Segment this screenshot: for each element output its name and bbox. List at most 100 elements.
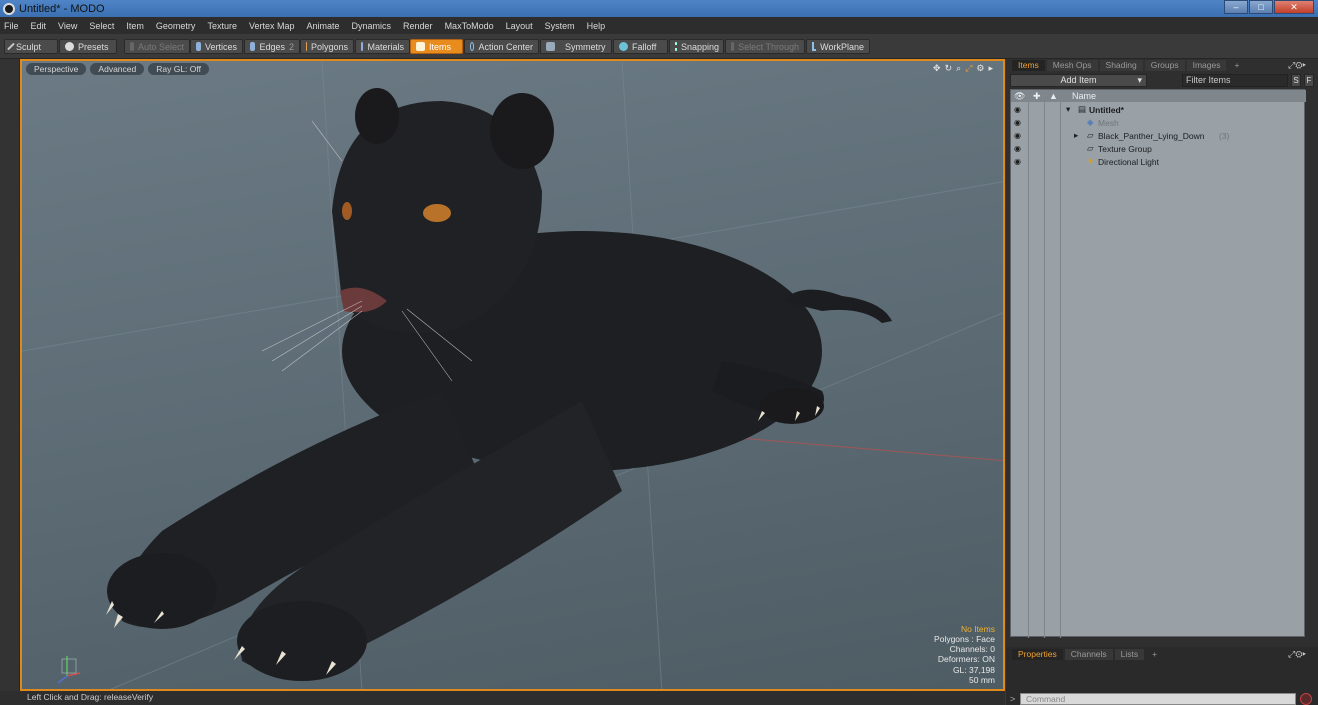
list-item-mesh[interactable]: ◉ ◆ Mesh <box>1011 116 1306 129</box>
light-icon: ✦ <box>1087 156 1095 166</box>
f-toggle-button[interactable]: F <box>1304 74 1314 87</box>
menu-dynamics[interactable]: Dynamics <box>352 21 392 31</box>
items-button[interactable]: Items <box>410 39 463 54</box>
menu-system[interactable]: System <box>545 21 575 31</box>
eye-icon[interactable]: ◉ <box>1014 144 1021 153</box>
eye-icon[interactable]: ◉ <box>1014 157 1021 166</box>
list-item-scene[interactable]: ◉ ▾ ▤ Untitled* <box>1011 103 1306 116</box>
menu-geometry[interactable]: Geometry <box>156 21 196 31</box>
channels-info: Channels: 0 <box>949 644 995 655</box>
expand-arrow-icon[interactable]: ▾ <box>1066 104 1070 115</box>
tab-channels[interactable]: Channels <box>1064 649 1113 660</box>
falloff-button[interactable]: Falloff <box>613 39 668 54</box>
expand-arrow-icon[interactable]: ▸ <box>1074 130 1078 141</box>
perspective-tab[interactable]: Perspective <box>26 63 87 75</box>
axis-gizmo <box>57 656 81 684</box>
select-through-button[interactable]: Select Through <box>725 39 805 54</box>
viewport-nav-icons: ✥ ↻ ⌕ ⤢ ⚙ ▸ <box>933 63 993 74</box>
menu-render[interactable]: Render <box>403 21 433 31</box>
panel-options-icon[interactable]: ⤢⚙▸ <box>1288 60 1306 71</box>
filter-items-input[interactable]: Filter Items <box>1182 74 1288 87</box>
name-column-header[interactable]: Name <box>1072 91 1096 101</box>
close-button[interactable]: ✕ <box>1274 0 1314 14</box>
tab-lists[interactable]: Lists <box>1114 649 1145 660</box>
record-macro-icon[interactable] <box>1300 693 1312 705</box>
falloff-icon <box>619 42 628 51</box>
workplane-icon <box>812 42 817 51</box>
polygons-button[interactable]: Polygons <box>300 39 354 54</box>
add-item-dropdown[interactable]: Add Item ▾ <box>1010 74 1147 87</box>
tab-groups[interactable]: Groups <box>1144 60 1185 71</box>
list-item-texture-group[interactable]: ◉ ▱ Texture Group <box>1011 142 1306 155</box>
menu-animate[interactable]: Animate <box>306 21 339 31</box>
tab-properties[interactable]: Properties <box>1012 649 1063 660</box>
properties-options-icon[interactable]: ⤢⚙▸ <box>1288 649 1306 660</box>
menu-maxtomodo[interactable]: MaxToModo <box>445 21 494 31</box>
left-tool-strip <box>0 59 20 691</box>
menu-bar: File Edit View Select Item Geometry Text… <box>0 17 1318 34</box>
s-toggle-button[interactable]: S <box>1291 74 1301 87</box>
raygl-tab[interactable]: Ray GL: Off <box>148 63 209 75</box>
item-list-header: 👁 ✚ ▲ Name <box>1011 90 1306 102</box>
materials-button[interactable]: Materials <box>355 39 410 54</box>
menu-edit[interactable]: Edit <box>31 21 47 31</box>
tab-mesh-ops[interactable]: Mesh Ops <box>1046 60 1098 71</box>
workplane-button[interactable]: WorkPlane <box>806 39 870 54</box>
items-icon <box>416 42 425 51</box>
presets-button[interactable]: Presets <box>59 39 117 54</box>
maximize-button[interactable]: □ <box>1249 0 1273 14</box>
zoom-icon[interactable]: ⌕ <box>956 63 961 74</box>
tab-items[interactable]: Items <box>1012 60 1045 71</box>
mesh-icon: ◆ <box>1087 117 1094 127</box>
sculpt-button[interactable]: Sculpt <box>4 39 58 54</box>
polygons-label: Polygons <box>310 41 348 52</box>
viewport-menu-arrow-icon[interactable]: ▸ <box>988 63 993 74</box>
gear-icon[interactable]: ⚙ <box>976 63 984 74</box>
command-input[interactable]: Command <box>1020 693 1296 705</box>
vertices-button[interactable]: Vertices <box>190 39 243 54</box>
menu-select[interactable]: Select <box>89 21 114 31</box>
list-item-light[interactable]: ◉ ✦ Directional Light <box>1011 155 1306 168</box>
fit-icon[interactable]: ⤢ <box>965 63 972 74</box>
brush-icon <box>7 42 15 51</box>
edges-button[interactable]: Edges 2 <box>244 39 300 54</box>
sculpt-label: Sculpt <box>16 41 42 52</box>
tab-shading[interactable]: Shading <box>1099 60 1143 71</box>
item-count: (3) <box>1219 130 1230 141</box>
select-through-label: Select Through <box>738 41 799 52</box>
menu-file[interactable]: File <box>4 21 19 31</box>
add-tab-button[interactable]: + <box>1146 649 1163 660</box>
advanced-tab[interactable]: Advanced <box>90 63 145 75</box>
rotate-icon[interactable]: ↻ <box>945 63 953 74</box>
menu-help[interactable]: Help <box>587 21 606 31</box>
eye-icon[interactable]: ◉ <box>1014 105 1021 114</box>
menu-layout[interactable]: Layout <box>506 21 533 31</box>
item-label: Texture Group <box>1098 143 1152 154</box>
menu-vertex-map[interactable]: Vertex Map <box>249 21 295 31</box>
action-center-label: Action Center <box>478 41 533 52</box>
auto-select-button[interactable]: Auto Select <box>124 39 190 54</box>
group-icon: ▱ <box>1087 143 1094 153</box>
chevron-down-icon: ▾ <box>1137 75 1142 85</box>
menu-item[interactable]: Item <box>126 21 144 31</box>
list-item-group[interactable]: ◉ ▸ ▱ Black_Panther_Lying_Down (3) <box>1011 129 1306 142</box>
materials-label: Materials <box>367 41 404 52</box>
menu-view[interactable]: View <box>58 21 77 31</box>
tab-images[interactable]: Images <box>1186 60 1227 71</box>
snapping-button[interactable]: Snapping <box>669 39 724 54</box>
action-center-button[interactable]: Action Center <box>464 39 539 54</box>
eye-icon[interactable]: ◉ <box>1014 131 1021 140</box>
minimize-button[interactable]: – <box>1224 0 1248 14</box>
selection-info: No Items <box>960 623 995 634</box>
symmetry-icon <box>546 42 555 51</box>
add-item-label: Add Item <box>1060 75 1097 85</box>
vertices-icon <box>196 42 201 51</box>
add-tab-button[interactable]: + <box>1228 60 1245 71</box>
eye-icon[interactable]: ◉ <box>1014 118 1021 127</box>
symmetry-button[interactable]: Symmetry <box>540 39 612 54</box>
3d-viewport[interactable]: Perspective Advanced Ray GL: Off ✥ ↻ ⌕ ⤢… <box>20 59 1005 691</box>
workplane-label: WorkPlane <box>820 41 864 52</box>
menu-texture[interactable]: Texture <box>207 21 237 31</box>
pan-icon[interactable]: ✥ <box>933 63 941 74</box>
symmetry-label: Symmetry <box>565 41 606 52</box>
